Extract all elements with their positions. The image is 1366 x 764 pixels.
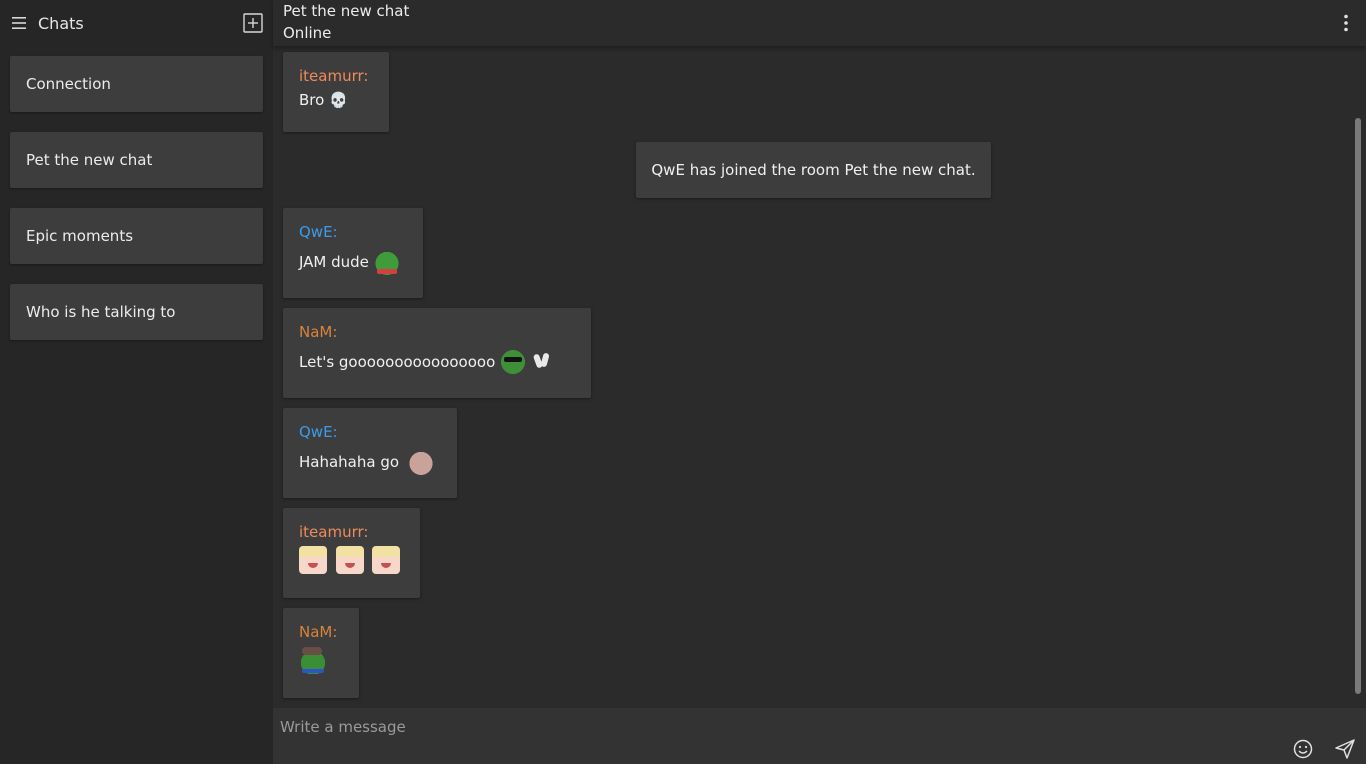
message-text — [299, 646, 343, 674]
message-list: iteamurr: Bro 💀 QwE has joined the room … — [273, 46, 1353, 704]
sidebar-header: Chats — [0, 0, 273, 46]
message-author: QwE: — [299, 223, 338, 241]
message-bubble: NaM: Let's goooooooooooooooo — [283, 308, 591, 398]
frog-jam-emote — [372, 248, 401, 276]
message-text: JAM dude — [299, 248, 407, 276]
frog-sunglasses-emote — [499, 348, 528, 376]
message-composer — [273, 708, 1366, 764]
chat-item-pet-the-new-chat[interactable]: Pet the new chat — [10, 132, 263, 188]
message-bubble: QwE: Hahahaha go — [283, 408, 457, 498]
message-body: JAM dude — [299, 253, 369, 271]
chat-status: Online — [283, 24, 332, 42]
chat-item-epic-moments[interactable]: Epic moments — [10, 208, 263, 264]
chat-item-connection[interactable]: Connection — [10, 56, 263, 112]
send-paper-plane-icon[interactable] — [1334, 738, 1356, 760]
message-author: NaM: — [299, 323, 338, 341]
anime-laugh-emote — [336, 546, 364, 574]
skull-emoji: 💀 — [329, 91, 348, 109]
message-bubble: iteamurr: Bro 💀 — [283, 52, 389, 132]
more-vert-icon[interactable] — [1336, 13, 1356, 33]
chat-item-label: Connection — [26, 75, 111, 93]
frog-hand-emote — [299, 646, 327, 674]
chat-item-label: Epic moments — [26, 227, 134, 245]
hamburger-menu-icon[interactable] — [10, 14, 28, 32]
message-text: Let's goooooooooooooooo — [299, 348, 575, 376]
message-text: Bro 💀 — [299, 88, 373, 112]
hand-emote — [407, 448, 436, 476]
message-author: QwE: — [299, 423, 338, 441]
clapping-hands-emote — [531, 348, 553, 376]
chat-title: Pet the new chat — [283, 2, 410, 20]
message-text — [299, 546, 404, 574]
anime-laugh-emote — [372, 546, 400, 574]
sidebar-title: Chats — [38, 13, 84, 33]
message-bubble: NaM: — [283, 608, 359, 698]
message-input[interactable] — [273, 708, 1273, 746]
chat-item-who-is-he-talking-to[interactable]: Who is he talking to — [10, 284, 263, 340]
message-text: Hahahaha go — [299, 448, 441, 476]
system-message: QwE has joined the room Pet the new chat… — [636, 142, 991, 198]
chat-item-label: Pet the new chat — [26, 151, 153, 169]
message-body: Bro — [299, 91, 325, 109]
chat-header: Pet the new chat Online — [273, 0, 1366, 46]
messages-scrollbar[interactable] — [1355, 118, 1361, 694]
message-body: Hahahaha go — [299, 453, 400, 471]
message-author: NaM: — [299, 623, 338, 641]
chat-sidebar: Chats Connection Pet the new chat Epic m… — [0, 0, 273, 764]
add-chat-icon[interactable] — [243, 13, 263, 33]
chat-item-label: Who is he talking to — [26, 303, 176, 321]
anime-laugh-emote — [299, 546, 327, 574]
message-author: iteamurr: — [299, 67, 369, 85]
message-bubble: iteamurr: — [283, 508, 420, 598]
message-author: iteamurr: — [299, 523, 369, 541]
message-bubble: QwE: JAM dude — [283, 208, 423, 298]
message-body: Let's goooooooooooooooo — [299, 353, 496, 371]
emoji-smile-icon[interactable] — [1292, 738, 1314, 760]
chat-list: Connection Pet the new chat Epic moments… — [0, 46, 273, 340]
